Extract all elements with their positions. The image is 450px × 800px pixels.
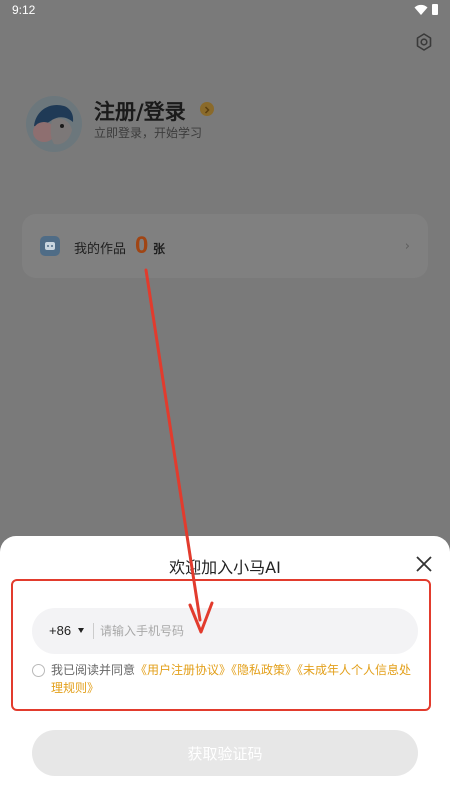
battery-icon: [432, 4, 438, 15]
works-robot-icon: [40, 236, 60, 256]
horse-mascot-icon: [26, 96, 82, 152]
status-time: 9:12: [12, 3, 36, 17]
wifi-icon: [414, 4, 428, 15]
get-verification-code-button[interactable]: 获取验证码: [32, 730, 418, 776]
login-register-title[interactable]: 注册/登录: [94, 96, 186, 126]
status-bar: 9:12: [0, 0, 450, 22]
annotation-highlight-box: [11, 579, 431, 711]
close-icon[interactable]: [412, 552, 436, 576]
chevron-right-icon: ›: [404, 239, 410, 254]
settings-gear-icon[interactable]: [414, 32, 434, 52]
login-subtitle: 立即登录，开始学习: [94, 126, 203, 140]
avatar[interactable]: [26, 96, 82, 152]
works-unit: 张: [153, 242, 166, 256]
sheet-title: 欢迎加入小马AI: [169, 558, 281, 577]
my-works-label: 我的作品: [74, 242, 127, 257]
profile-arrow-icon[interactable]: [200, 102, 214, 116]
works-count: 0: [135, 232, 149, 259]
my-works-card[interactable]: 我的作品 0 张 ›: [22, 214, 428, 278]
